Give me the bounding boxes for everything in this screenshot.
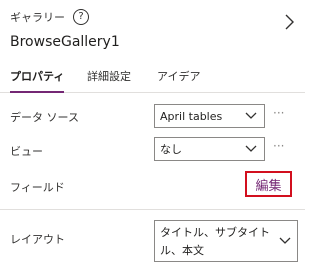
data-source-value: April tables — [160, 109, 223, 123]
layout-label: レイアウト — [10, 233, 65, 246]
data-source-dropdown[interactable]: April tables — [154, 104, 265, 128]
property-tabs: プロパティ 詳細設定 アイデア — [0, 65, 305, 93]
control-type-label: ギャラリー — [10, 11, 65, 24]
chevron-right-icon[interactable] — [283, 13, 295, 31]
chevron-down-icon — [245, 145, 257, 152]
layout-value: タイトル、サブタイトル、本文 — [160, 226, 270, 257]
tab-ideas[interactable]: アイデア — [157, 68, 200, 90]
section-divider — [0, 209, 305, 210]
help-icon[interactable]: ? — [73, 9, 89, 25]
data-source-more-icon[interactable]: ··· — [273, 106, 284, 120]
data-source-label: データ ソース — [10, 111, 79, 124]
view-label: ビュー — [10, 145, 43, 158]
view-more-icon[interactable]: ··· — [273, 139, 284, 153]
tab-advanced[interactable]: 詳細設定 — [87, 68, 131, 90]
view-dropdown[interactable]: なし — [154, 137, 265, 161]
chevron-down-icon — [245, 112, 257, 119]
chevron-down-icon — [279, 237, 291, 244]
edit-fields-link[interactable]: 編集 — [245, 171, 292, 197]
view-value: なし — [160, 143, 182, 156]
panel-header: ギャラリー ? BrowseGallery1 — [0, 0, 305, 60]
fields-label: フィールド — [10, 181, 65, 194]
control-name[interactable]: BrowseGallery1 — [10, 34, 120, 50]
layout-dropdown[interactable]: タイトル、サブタイトル、本文 — [154, 220, 298, 262]
tab-properties[interactable]: プロパティ — [10, 68, 65, 93]
control-type-row: ギャラリー ? — [10, 9, 89, 25]
